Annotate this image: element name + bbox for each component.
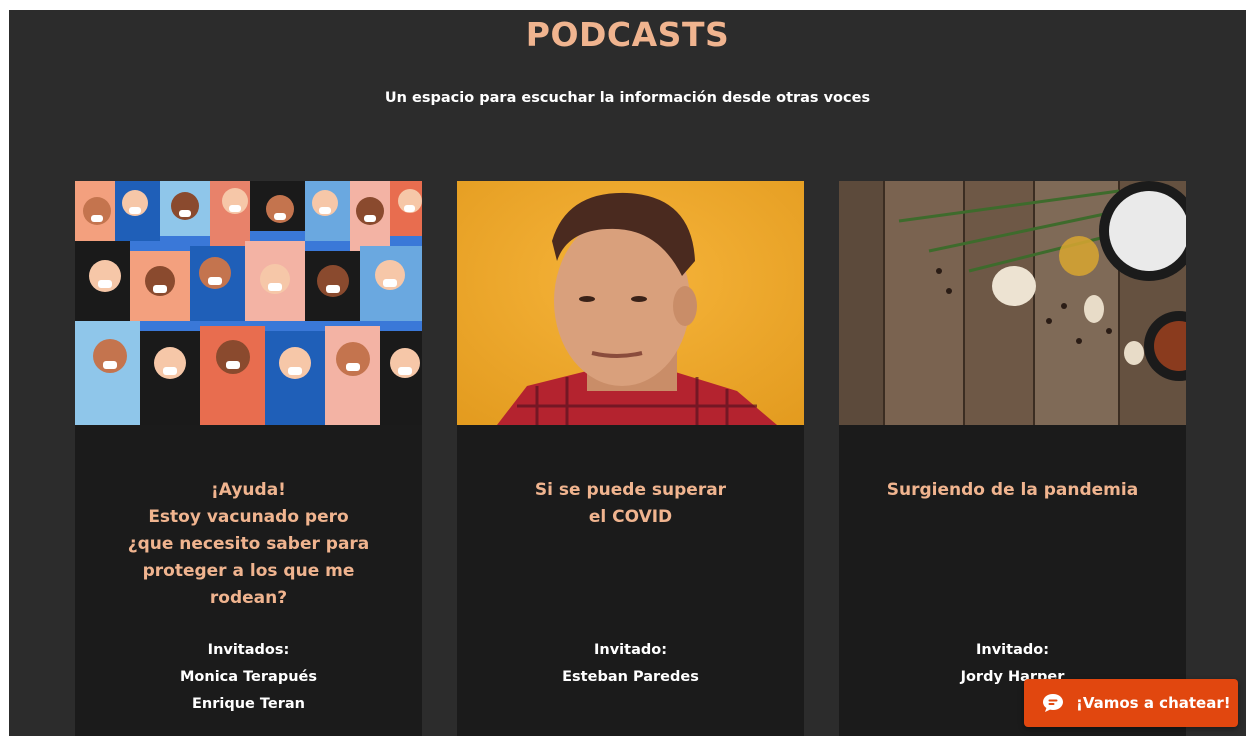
- podcast-image-crowd[interactable]: [75, 181, 422, 425]
- podcast-image-portrait[interactable]: [457, 181, 804, 425]
- guest-label: Invitados:: [207, 642, 290, 658]
- podcast-card[interactable]: Si se puede superar el COVID Invitado: E…: [457, 181, 804, 736]
- podcast-guests: Invitado: Esteban Paredes: [457, 637, 804, 691]
- guest-name: Esteban Paredes: [562, 669, 699, 685]
- podcast-title[interactable]: Surgiendo de la pandemia: [869, 477, 1156, 504]
- guest-label: Invitado:: [976, 642, 1049, 658]
- podcast-image-kitchen[interactable]: [839, 181, 1186, 425]
- chat-button-label: ¡Vamos a chatear!: [1076, 694, 1231, 712]
- podcast-title[interactable]: ¡Ayuda! Estoy vacunado pero ¿que necesit…: [105, 477, 392, 612]
- podcast-guests: Invitados: Monica Terapués Enrique Teran: [75, 637, 422, 718]
- guest-name: Enrique Teran: [192, 696, 305, 712]
- guest-name: Monica Terapués: [179, 669, 317, 685]
- podcast-title[interactable]: Si se puede superar el COVID: [487, 477, 774, 531]
- page-subtitle: Un espacio para escuchar la información …: [384, 90, 871, 106]
- podcast-card[interactable]: ¡Ayuda! Estoy vacunado pero ¿que necesit…: [75, 181, 422, 736]
- podcast-card[interactable]: Surgiendo de la pandemia Invitado: Jordy…: [839, 181, 1186, 736]
- chat-bubble-icon: [1040, 691, 1066, 715]
- chat-button[interactable]: ¡Vamos a chatear!: [1024, 679, 1238, 727]
- page-title: PODCASTS: [525, 15, 730, 54]
- guest-label: Invitado:: [594, 642, 667, 658]
- podcasts-section: PODCASTS Un espacio para escuchar la inf…: [9, 10, 1246, 736]
